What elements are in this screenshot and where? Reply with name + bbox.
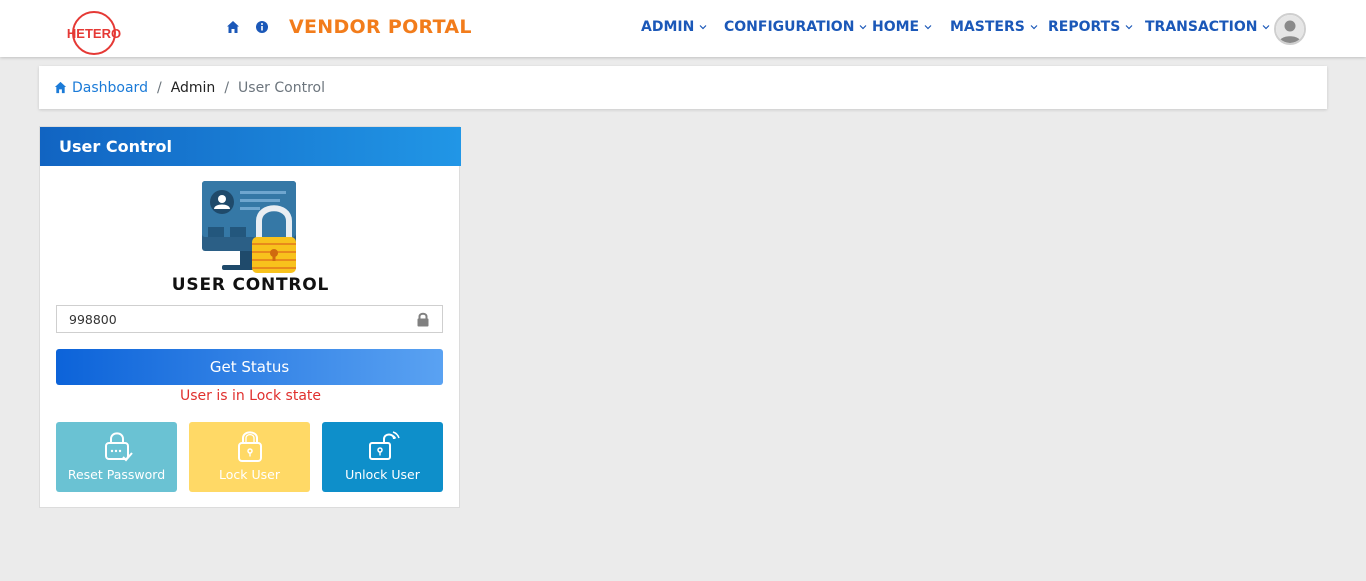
breadcrumb: Dashboard / Admin / User Control <box>39 66 1327 109</box>
user-avatar-icon[interactable] <box>1274 13 1306 45</box>
user-control-card: User Control USER CONTROL 998800 Get Sta… <box>39 126 461 508</box>
breadcrumb-separator: / <box>156 79 162 96</box>
chevron-down-icon <box>699 23 707 31</box>
nav-menu-admin[interactable]: ADMIN <box>641 19 707 35</box>
nav-menu-configuration[interactable]: CONFIGURATION <box>724 19 867 35</box>
status-message: User is in Lock state <box>179 388 322 404</box>
breadcrumb-dashboard-link[interactable]: Dashboard <box>54 80 148 96</box>
info-icon[interactable] <box>255 20 269 34</box>
chevron-down-icon <box>859 23 867 31</box>
chevron-down-icon <box>1262 23 1270 31</box>
svg-text:HETERO: HETERO <box>67 26 121 41</box>
nav-menu-home[interactable]: HOME <box>872 19 932 35</box>
reset-password-label: Reset Password <box>67 467 166 482</box>
nav-menu-masters[interactable]: MASTERS <box>950 19 1038 35</box>
unlock-icon <box>366 429 400 463</box>
hetero-logo[interactable]: HETERO <box>63 10 125 56</box>
user-control-title: USER CONTROL <box>171 275 330 295</box>
chevron-down-icon <box>1125 23 1133 31</box>
home-icon <box>54 81 67 94</box>
chevron-down-icon <box>1030 23 1038 31</box>
breadcrumb-separator: / <box>224 79 230 96</box>
unlock-user-button[interactable]: Unlock User <box>322 422 443 492</box>
user-id-input[interactable] <box>57 306 442 332</box>
lock-user-label: Lock User <box>219 467 280 482</box>
lock-icon <box>416 312 430 327</box>
get-status-button[interactable]: Get Status <box>56 349 443 385</box>
user-id-field-wrapper <box>56 305 443 333</box>
home-icon[interactable] <box>226 20 240 34</box>
app-brand-title: VENDOR PORTAL <box>289 16 472 38</box>
breadcrumb-admin: Admin <box>170 79 216 96</box>
card-header: User Control <box>40 127 461 166</box>
lock-user-button[interactable]: Lock User <box>189 422 310 492</box>
reset-password-icon <box>100 429 134 463</box>
chevron-down-icon <box>924 23 932 31</box>
breadcrumb-current: User Control <box>238 79 325 96</box>
top-navbar: HETERO VENDOR PORTAL ADMIN CONFIGURATION… <box>0 0 1366 57</box>
nav-menu-transaction[interactable]: TRANSACTION <box>1145 19 1270 35</box>
unlock-user-label: Unlock User <box>345 467 420 482</box>
user-lock-illustration-icon <box>200 181 304 277</box>
nav-menu-reports[interactable]: REPORTS <box>1048 19 1133 35</box>
lock-icon <box>233 429 267 463</box>
reset-password-button[interactable]: Reset Password <box>56 422 177 492</box>
